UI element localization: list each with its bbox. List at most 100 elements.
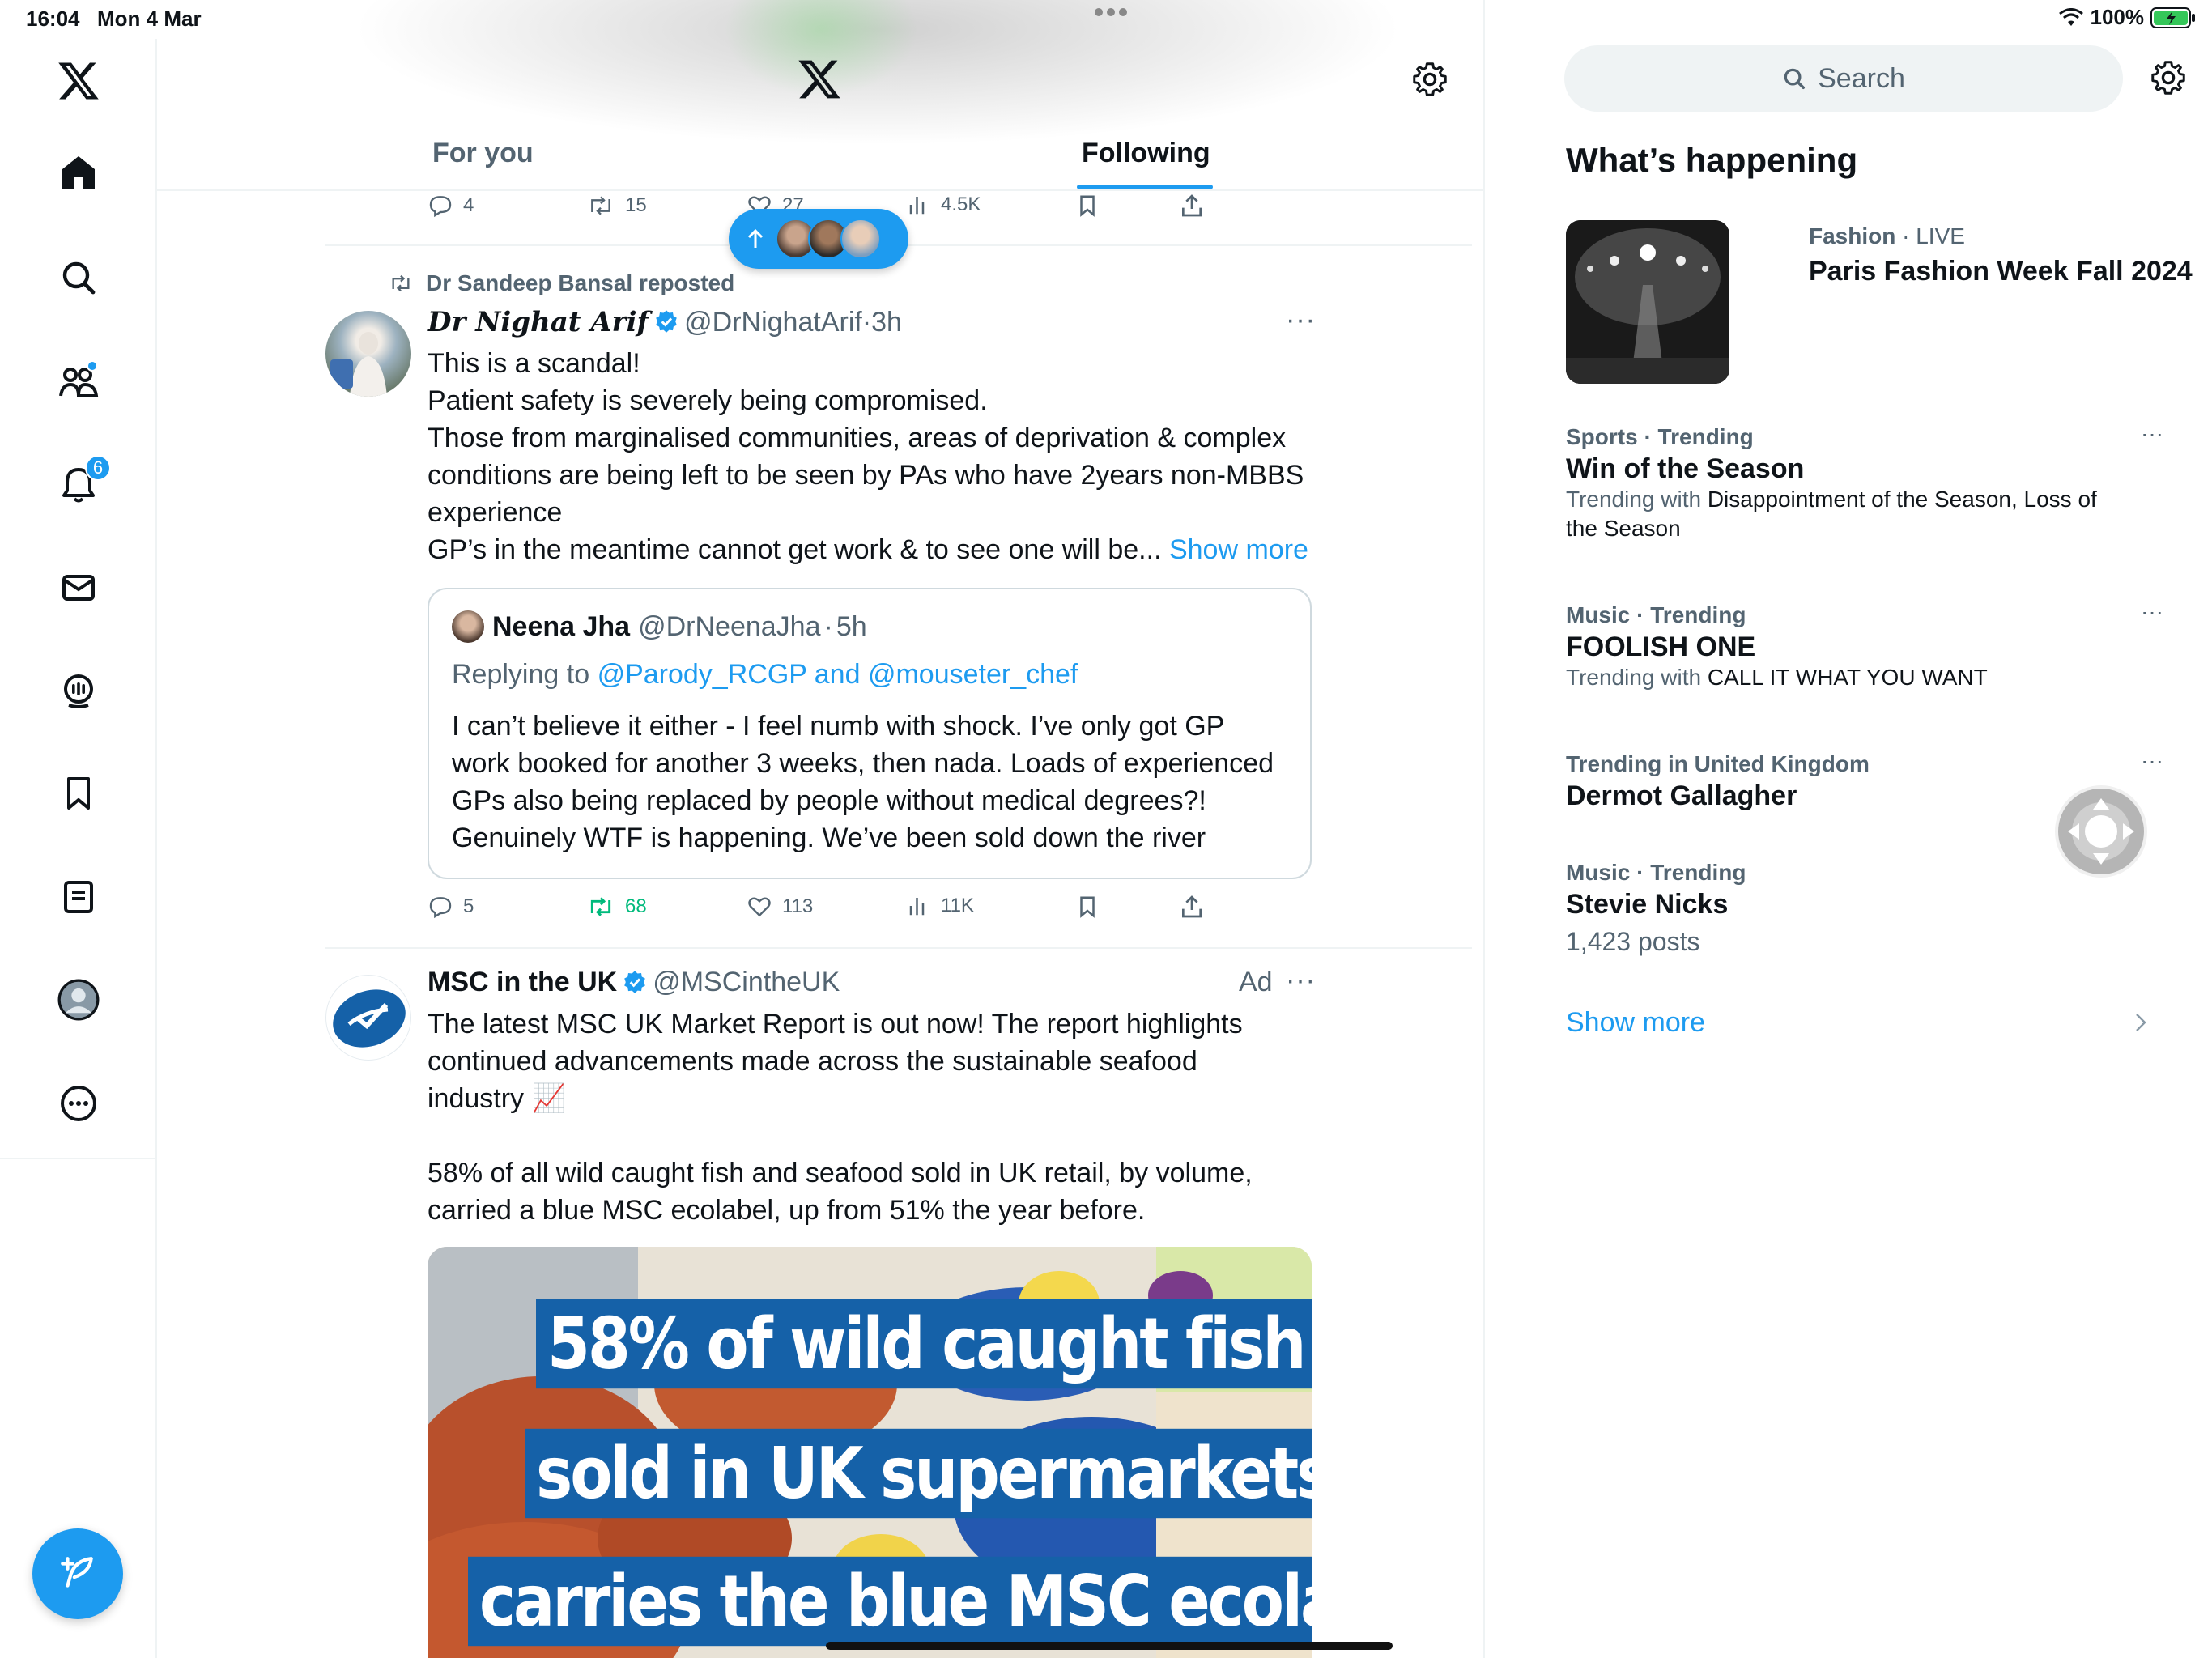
tweet-divider [325, 947, 1472, 949]
ad-image-caption: carries the blue MSC ecolabel [468, 1556, 1312, 1647]
ad-image-caption: sold in UK supermarkets [525, 1428, 1312, 1519]
more-options-icon[interactable] [54, 1079, 103, 1128]
repost-button[interactable]: 15 [586, 193, 647, 219]
live-label: LIVE [1916, 223, 1965, 249]
author-handle[interactable]: @MSCintheUK [653, 967, 840, 998]
reply-icon [429, 897, 452, 919]
trend-more-icon[interactable]: ··· [2141, 421, 2163, 447]
repost-icon [392, 274, 410, 292]
trend-more-icon[interactable]: ··· [2141, 599, 2163, 625]
x-logo-icon[interactable] [797, 58, 842, 100]
arrow-up-icon [747, 228, 764, 249]
bookmarks-icon[interactable] [54, 769, 103, 818]
search-input[interactable]: Search [1564, 45, 2123, 112]
repost-icon [590, 897, 611, 916]
trend-item[interactable]: Trending in United Kingdom Dermot Gallag… [1566, 751, 2149, 812]
author-name[interactable]: MSC in the UK [428, 967, 617, 998]
quote-time: 5h [836, 610, 867, 642]
battery-icon [2150, 6, 2196, 29]
bookmark-button[interactable] [1075, 894, 1100, 920]
heart-icon [748, 897, 771, 917]
compose-post-button[interactable] [32, 1528, 123, 1619]
explore-settings-gear-icon[interactable] [2150, 60, 2186, 96]
x-logo-icon[interactable] [54, 57, 103, 105]
tweet-header: Dr Nighat Arif @DrNighatArif · 3h [428, 306, 902, 338]
trend-item[interactable]: Music · Trending Stevie Nicks 1,423 post… [1566, 860, 2149, 956]
trend-category: Music · Trending [1566, 860, 1746, 885]
author-avatar[interactable] [325, 975, 411, 1061]
views-button[interactable]: 11K [907, 894, 974, 918]
whats-happening-title: What’s happening [1566, 141, 1858, 179]
left-navigation: 6 [0, 39, 157, 1658]
replying-to: Replying to @Parody_RCGP and @mouseter_c… [452, 659, 1078, 690]
tab-for-you[interactable]: For you [432, 138, 534, 169]
messages-envelope-icon[interactable] [54, 563, 103, 612]
ad-label: Ad [1239, 967, 1273, 997]
author-handle[interactable]: @DrNighatArif [684, 307, 862, 338]
home-indicator[interactable] [826, 1642, 1393, 1650]
verified-badge-icon [622, 970, 648, 996]
reply-button[interactable]: 4 [428, 193, 474, 219]
tweet-header: MSC in the UK @MSCintheUK [428, 967, 840, 998]
share-button[interactable] [1179, 894, 1205, 920]
search-placeholder: Search [1818, 62, 1905, 94]
views-chart-icon [909, 197, 925, 215]
trend-category: Fashion [1809, 223, 1896, 249]
quote-author-name[interactable]: Neena Jha [492, 611, 630, 643]
quote-author-avatar[interactable] [452, 610, 484, 643]
communities-dot-badge [87, 360, 98, 372]
communities-icon[interactable] [54, 357, 103, 406]
ad-image[interactable]: 58% of wild caught fish sold in UK super… [428, 1247, 1312, 1658]
trend-title: Paris Fashion Week Fall 2024 [1809, 256, 2193, 287]
home-icon[interactable] [54, 148, 103, 197]
share-button[interactable] [1179, 193, 1205, 219]
search-icon[interactable] [54, 253, 103, 302]
repost-context: Dr Sandeep Bansal reposted [387, 270, 734, 296]
grok-spaces-icon[interactable] [54, 666, 103, 715]
separator-dot: · [823, 610, 833, 642]
trend-more-icon[interactable]: ··· [2141, 748, 2163, 774]
notifications-bell-icon[interactable]: 6 [54, 455, 111, 508]
timeline-settings-gear-icon[interactable] [1412, 62, 1448, 97]
trend-post-count: 1,423 posts [1566, 927, 1700, 956]
reply-icon [429, 196, 452, 218]
quoted-tweet[interactable]: Neena Jha @DrNeenaJha · 5h Replying to @… [428, 588, 1312, 879]
trend-title: Stevie Nicks [1566, 889, 1729, 920]
search-icon [1782, 66, 1806, 91]
trend-item[interactable]: Sports · Trending Win of the Season Tren… [1566, 424, 2149, 543]
new-posts-pill[interactable] [729, 209, 908, 269]
assistive-touch-button[interactable] [2055, 785, 2147, 878]
repost-button[interactable]: 68 [586, 894, 647, 920]
author-name[interactable]: Dr Nighat Arif [428, 306, 649, 338]
status-date: Mon 4 Mar [97, 6, 202, 31]
show-more-trends-link[interactable]: Show more [1566, 1007, 1705, 1039]
nav-divider [0, 1158, 157, 1159]
trend-thumbnail[interactable] [1566, 220, 1729, 384]
chevron-right-icon[interactable] [2134, 1012, 2147, 1033]
quote-author-handle[interactable]: @DrNeenaJha [638, 611, 820, 643]
tweet-actions: 5 68 113 11K [428, 894, 1221, 926]
assistive-touch-icon [2066, 797, 2136, 866]
more-icon[interactable]: ··· [1286, 965, 1316, 997]
profile-avatar-icon[interactable] [54, 976, 103, 1024]
battery-percent: 100% [2090, 5, 2145, 29]
views-button[interactable]: 4.5K [907, 193, 981, 217]
bookmark-button[interactable] [1075, 193, 1100, 219]
tweet-time[interactable]: 3h [871, 307, 902, 338]
ad-image-caption: 58% of wild caught fish [536, 1299, 1312, 1389]
reply-button[interactable]: 5 [428, 894, 474, 920]
trend-item[interactable]: Music · Trending FOOLISH ONE Trending wi… [1566, 602, 2149, 692]
show-more-link[interactable]: Show more [1169, 534, 1308, 565]
like-button[interactable]: 113 [747, 894, 813, 920]
tab-following[interactable]: Following [1082, 138, 1210, 169]
tweet-text: This is a scandal! Patient safety is sev… [428, 348, 1308, 565]
multitask-dots-icon[interactable] [1093, 6, 1129, 18]
trend-title: Win of the Season [1566, 453, 1805, 484]
replying-to-handles[interactable]: @Parody_RCGP and @mouseter_chef [598, 659, 1078, 690]
more-icon[interactable]: ··· [1286, 304, 1316, 336]
lists-icon[interactable] [54, 873, 103, 921]
author-avatar[interactable] [325, 311, 411, 397]
views-chart-icon [909, 898, 925, 916]
trend-item[interactable]: Fashion · LIVE Paris Fashion Week Fall 2… [1809, 223, 2193, 287]
share-icon [1182, 194, 1202, 217]
